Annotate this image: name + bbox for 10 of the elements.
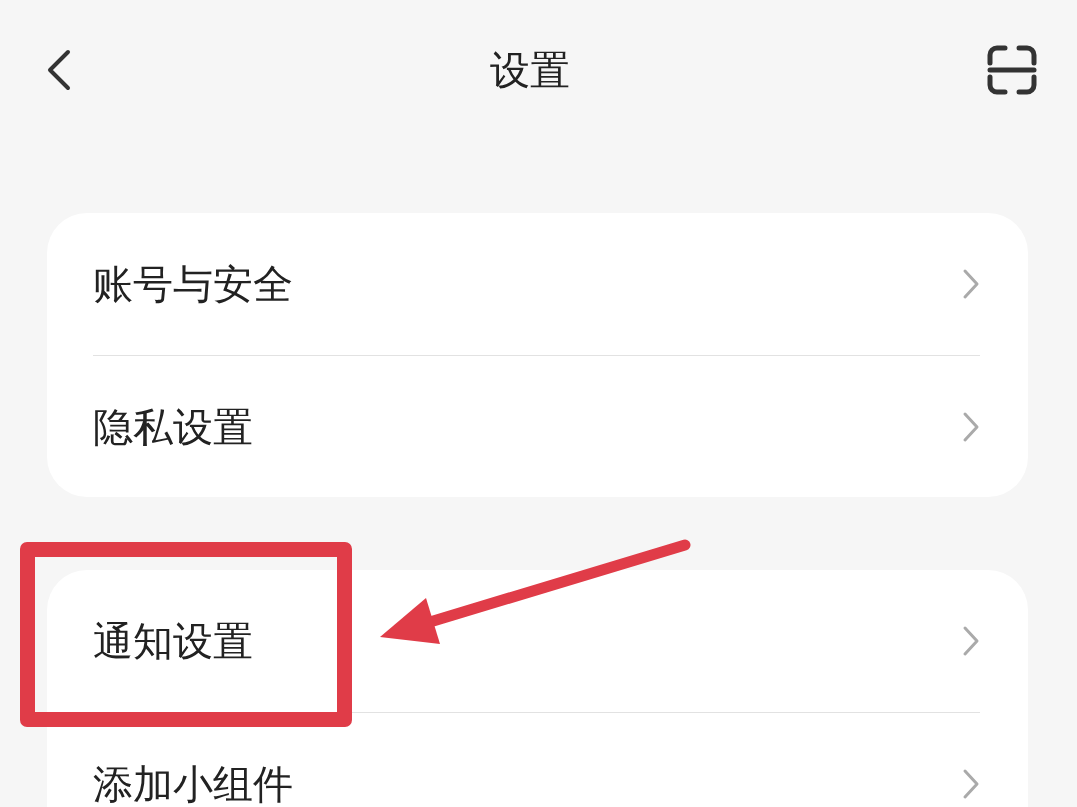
page-title: 设置 <box>489 46 570 95</box>
settings-item[interactable]: 账号与安全 <box>93 213 980 355</box>
scan-icon[interactable] <box>987 45 1037 95</box>
chevron-icon <box>962 625 980 657</box>
chevron-icon <box>962 767 980 800</box>
settings-item[interactable]: 隐私设置 <box>93 355 980 497</box>
settings-item[interactable]: 添加小组件 <box>93 712 980 807</box>
chevron-icon <box>962 410 980 443</box>
chevron-icon <box>962 268 980 300</box>
settings-item[interactable]: 通知设置 <box>93 570 980 712</box>
